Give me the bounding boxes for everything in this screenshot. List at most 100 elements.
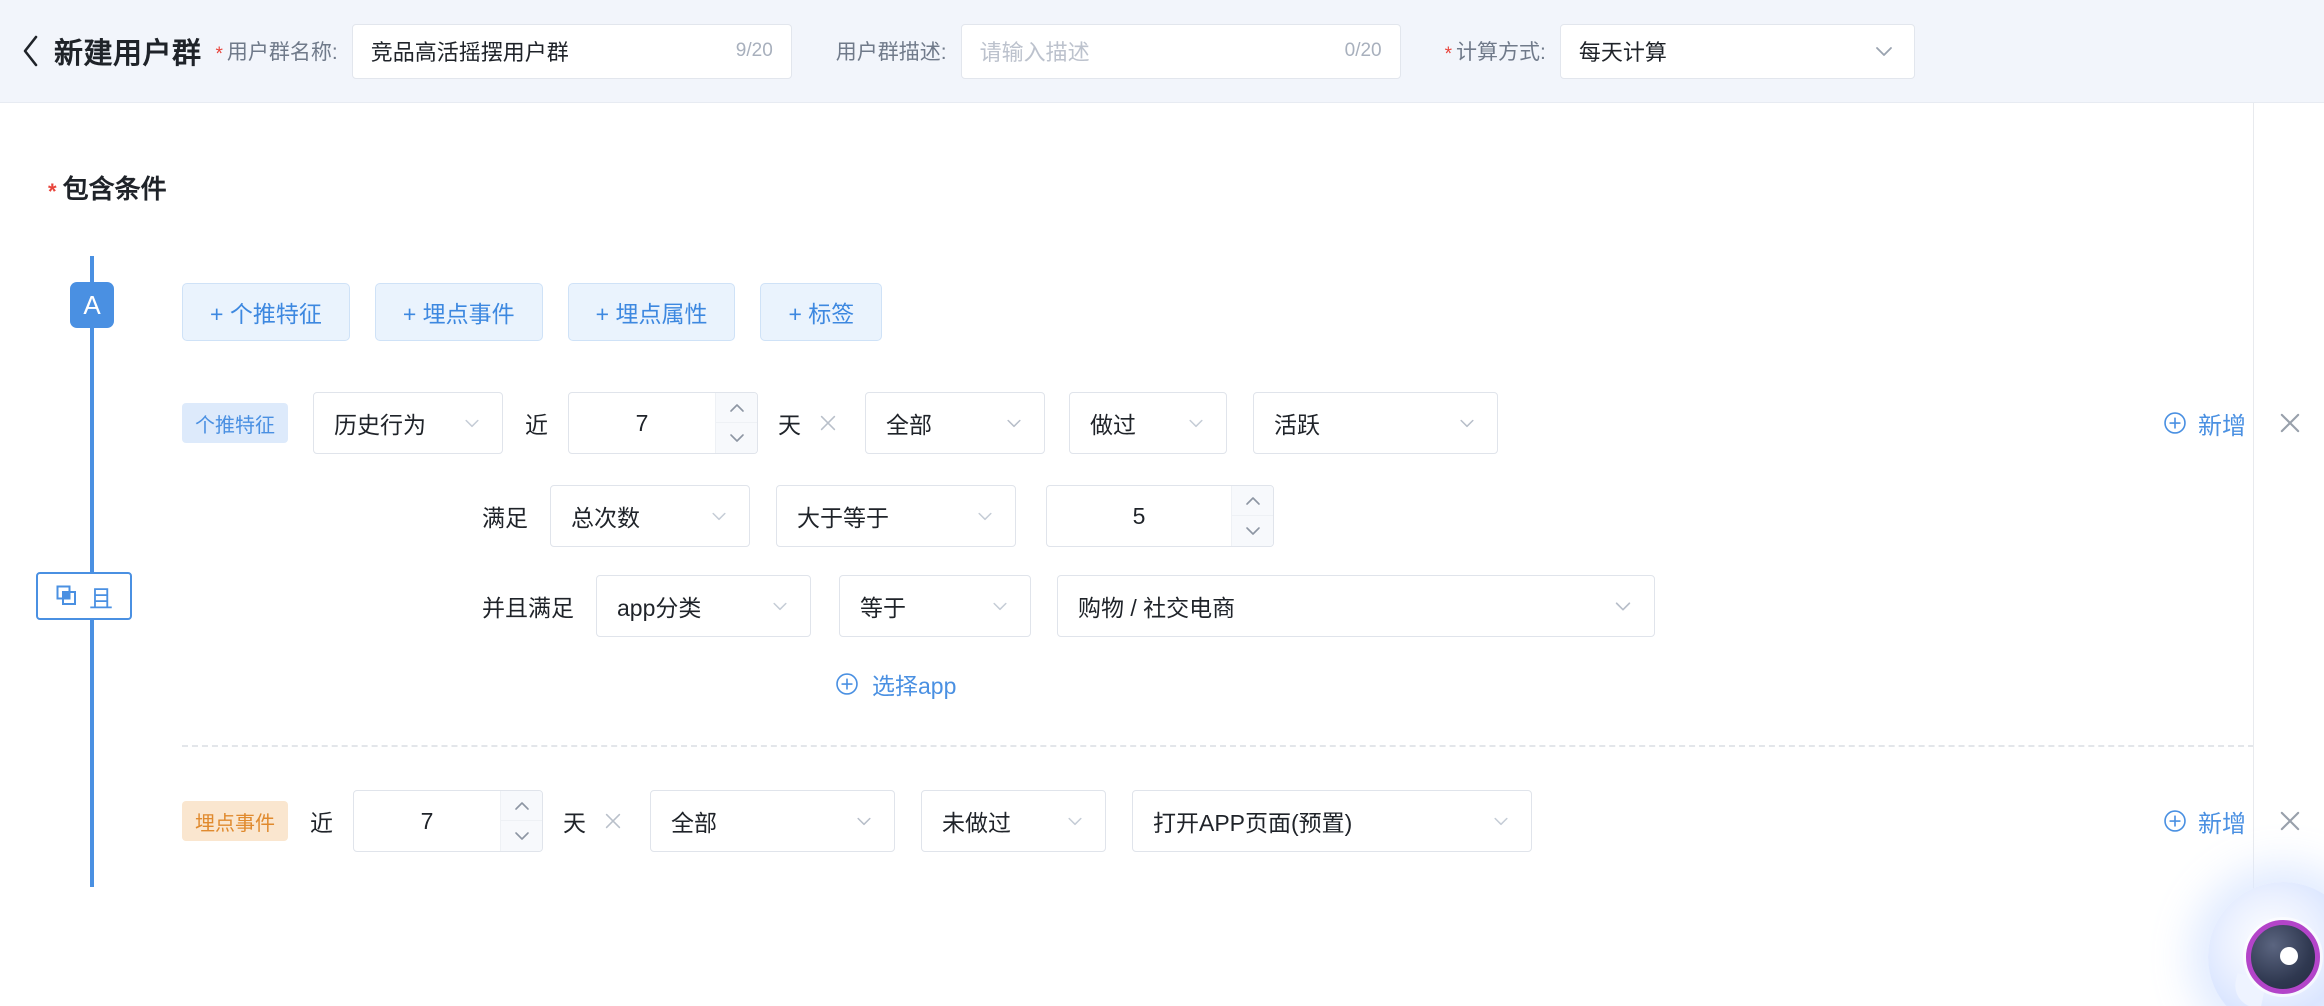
- ai-assistant-button[interactable]: [2208, 882, 2324, 1006]
- rule-1-attribute-select[interactable]: app分类: [596, 575, 811, 637]
- group-name-counter: 9/20: [735, 40, 773, 61]
- calc-method-value: 每天计算: [1578, 40, 1667, 65]
- caret-up-icon[interactable]: [716, 393, 757, 423]
- group-desc-label-text: 用户群描述:: [835, 41, 947, 64]
- chevron-down-icon: [1004, 413, 1024, 433]
- rule-1-add-label: 新增: [2198, 412, 2246, 440]
- rule-1-behavior-select[interactable]: 历史行为: [313, 392, 503, 454]
- chevron-down-icon: [854, 811, 874, 831]
- rule-1-days-input[interactable]: 7: [568, 392, 758, 454]
- rule-1-attribute-operator-value: 等于: [860, 595, 906, 621]
- rule-1-metric-stepper[interactable]: [1231, 486, 1273, 546]
- plus-circle-icon: [2164, 810, 2186, 832]
- group-desc-label: 用户群描述:: [836, 36, 947, 66]
- caret-down-icon[interactable]: [501, 821, 542, 851]
- rule-2-delete-button[interactable]: [2276, 807, 2304, 835]
- plus-circle-icon: [836, 673, 858, 695]
- chevron-down-icon: [770, 596, 790, 616]
- panel-right-border: [2253, 103, 2254, 1006]
- rule-1-and-satisfy-line: 并且满足 app分类 等于 购物 / 社交电商: [182, 575, 2324, 637]
- rule-2-add-button[interactable]: 新增: [2162, 804, 2246, 839]
- chevron-down-icon: [462, 413, 482, 433]
- plus-circle-icon: [2164, 412, 2186, 434]
- condition-group-a: A 且 + 个推特征 + 埋点事件 + 埋点属性 + 标签 个推特征 历史行为 …: [0, 256, 2324, 887]
- back-button[interactable]: [14, 34, 48, 68]
- include-conditions-title-text: 包含条件: [62, 174, 167, 204]
- rule-1-scope-select[interactable]: 全部: [865, 392, 1045, 454]
- rule-1-satisfy-label: 满足: [482, 505, 528, 531]
- swap-squares-icon: [55, 584, 79, 608]
- rule-1-metric-value-input[interactable]: 5: [1046, 485, 1274, 547]
- add-tracking-attribute-button[interactable]: + 埋点属性: [567, 283, 736, 341]
- rule-1-clear-days-icon[interactable]: [817, 412, 839, 434]
- logic-operator-label: 且: [89, 585, 113, 613]
- main-content: * 包含条件 A 且 + 个推特征 + 埋点事件 + 埋点属性 + 标签 个推特…: [0, 103, 2324, 1006]
- rule-2-event-select[interactable]: 打开APP页面(预置): [1132, 790, 1532, 852]
- rule-2-main-line: 埋点事件 近 7 天 全部 未做过 打开APP页面(预置) 新增: [182, 785, 2324, 857]
- condition-body: + 个推特征 + 埋点事件 + 埋点属性 + 标签 个推特征 历史行为 近 7 …: [92, 256, 2324, 857]
- group-name-value: 竞品高活摇摆用户群: [370, 40, 569, 65]
- rule-1-metric-select[interactable]: 总次数: [550, 485, 750, 547]
- caret-up-icon[interactable]: [501, 791, 542, 821]
- rule-1-target-select[interactable]: 活跃: [1253, 392, 1498, 454]
- caret-down-icon[interactable]: [1232, 516, 1273, 546]
- logic-operator-toggle[interactable]: 且: [36, 572, 132, 620]
- page-title: 新建用户群: [54, 38, 202, 70]
- rule-2-action-value: 未做过: [942, 810, 1011, 836]
- required-asterisk-calc: *: [1444, 43, 1453, 65]
- calc-method-label: * 计算方式:: [1445, 36, 1546, 66]
- chevron-down-icon: [975, 506, 995, 526]
- add-tag-button[interactable]: + 标签: [760, 283, 883, 341]
- page-header: 新建用户群 * 用户群名称: 竞品高活摇摆用户群 9/20 用户群描述: 请输入…: [0, 0, 2324, 103]
- rule-1-attribute-value-text: 购物 / 社交电商: [1078, 595, 1236, 621]
- add-tracking-event-button[interactable]: + 埋点事件: [374, 283, 543, 341]
- rule-1-target-value: 活跃: [1274, 412, 1320, 438]
- rule-row-1: 个推特征 历史行为 近 7 天 全部 做过 活跃 新增 满足 总次数 大于等于 …: [182, 341, 2324, 701]
- rule-2-days-value: 7: [420, 807, 434, 834]
- chevron-down-icon: [990, 596, 1010, 616]
- rule-1-and-satisfy-label: 并且满足: [482, 595, 574, 621]
- rule-1-delete-button[interactable]: [2276, 409, 2304, 437]
- rule-2-action-select[interactable]: 未做过: [921, 790, 1106, 852]
- group-desc-placeholder: 请输入描述: [979, 40, 1090, 65]
- group-desc-input[interactable]: 请输入描述 0/20: [960, 23, 1401, 79]
- rule-1-action-select[interactable]: 做过: [1069, 392, 1227, 454]
- rule-1-type-tag: 个推特征: [182, 403, 288, 443]
- chevron-down-icon: [1457, 413, 1477, 433]
- rule-2-days-input[interactable]: 7: [353, 790, 543, 852]
- rule-1-attribute-value: app分类: [617, 595, 702, 621]
- rule-1-attribute-value-select[interactable]: 购物 / 社交电商: [1057, 575, 1655, 637]
- rule-1-action-value: 做过: [1090, 412, 1136, 438]
- rule-2-event-value: 打开APP页面(预置): [1153, 810, 1353, 836]
- calc-method-label-text: 计算方式:: [1456, 41, 1546, 64]
- caret-down-icon[interactable]: [716, 423, 757, 453]
- calc-method-group: * 计算方式: 每天计算: [1445, 23, 1915, 79]
- group-name-input[interactable]: 竞品高活摇摆用户群 9/20: [351, 23, 792, 79]
- rule-1-metric-value: 总次数: [571, 505, 640, 531]
- rule-1-operator-select[interactable]: 大于等于: [776, 485, 1016, 547]
- rule-2-clear-days-icon[interactable]: [602, 810, 624, 832]
- rule-2-scope-select[interactable]: 全部: [650, 790, 895, 852]
- rule-1-attribute-operator-select[interactable]: 等于: [839, 575, 1031, 637]
- add-push-feature-button[interactable]: + 个推特征: [182, 283, 350, 341]
- rule-1-add-button[interactable]: 新增: [2162, 406, 2246, 441]
- select-app-link[interactable]: 选择app: [834, 667, 956, 701]
- calc-method-select[interactable]: 每天计算: [1559, 23, 1915, 79]
- rule-1-days-value: 7: [635, 409, 649, 436]
- group-name-label-text: 用户群名称:: [226, 41, 338, 64]
- chevron-down-icon: [1186, 413, 1206, 433]
- group-badge-a[interactable]: A: [70, 282, 114, 328]
- close-icon: [2280, 811, 2300, 831]
- rule-2-scope-value: 全部: [671, 810, 717, 836]
- group-desc-counter: 0/20: [1344, 40, 1382, 61]
- caret-up-icon[interactable]: [1232, 486, 1273, 516]
- add-condition-buttons: + 个推特征 + 埋点事件 + 埋点属性 + 标签: [182, 266, 2324, 341]
- close-icon: [2280, 413, 2300, 433]
- select-app-label: 选择app: [872, 673, 957, 699]
- rule-1-days-stepper[interactable]: [715, 393, 757, 453]
- rule-2-add-label: 新增: [2198, 810, 2246, 838]
- group-name-label: * 用户群名称:: [216, 36, 338, 66]
- required-asterisk-section: *: [48, 178, 57, 204]
- rule-2-days-stepper[interactable]: [500, 791, 542, 851]
- required-asterisk: *: [215, 43, 223, 65]
